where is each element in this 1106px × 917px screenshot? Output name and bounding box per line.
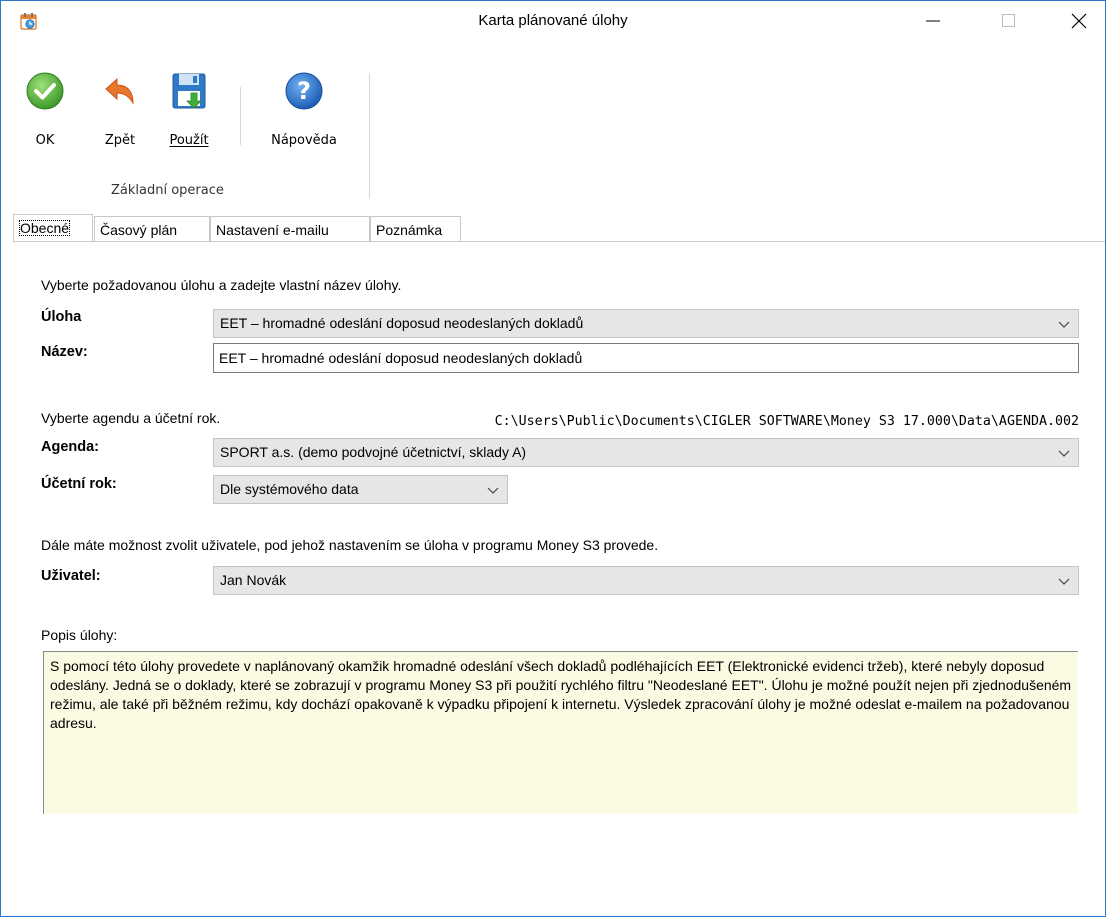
help-label: Nápověda: [271, 133, 337, 148]
tab-schedule-label: Časový plán: [100, 222, 178, 238]
agenda-hint: Vyberte agendu a účetní rok.: [41, 410, 221, 426]
ok-button[interactable]: OK: [25, 71, 65, 148]
help-question-icon: ?: [284, 71, 324, 111]
chevron-down-icon: [1058, 450, 1070, 457]
title-bar: Karta plánované úlohy: [1, 1, 1105, 41]
minimize-button[interactable]: [910, 1, 956, 41]
task-select[interactable]: EET – hromadné odeslání doposud neodesla…: [213, 309, 1079, 338]
ribbon-toolbar: OK Zpět Použít ? Nápověda Základní opera…: [1, 61, 1105, 207]
maximize-icon: [1002, 14, 1015, 27]
user-select-value: Jan Novák: [220, 572, 287, 588]
save-floppy-icon: [169, 71, 209, 111]
help-button[interactable]: ? Nápověda: [254, 71, 354, 148]
back-button[interactable]: Zpět: [95, 71, 145, 148]
back-arrow-icon: [100, 71, 140, 111]
ribbon-group-label: Základní operace: [111, 183, 224, 198]
task-hint: Vyberte požadovanou úlohu a zadejte vlas…: [41, 277, 402, 293]
tab-general-label: Obecné: [19, 220, 71, 236]
tab-schedule[interactable]: Časový plán: [94, 216, 210, 242]
maximize-button[interactable]: [986, 1, 1032, 41]
user-hint: Dále máte možnost zvolit uživatele, pod …: [41, 537, 659, 553]
agenda-select[interactable]: SPORT a.s. (demo podvojné účetnictví, sk…: [213, 438, 1079, 467]
minimize-icon: [926, 20, 940, 22]
back-label: Zpět: [104, 133, 136, 148]
ok-check-icon: [25, 71, 65, 111]
user-label: Uživatel:: [41, 568, 101, 584]
agenda-label: Agenda:: [41, 439, 99, 455]
task-label: Úloha: [41, 309, 82, 325]
apply-button[interactable]: Použít: [164, 71, 214, 148]
tab-note[interactable]: Poznámka: [370, 216, 461, 242]
year-select-value: Dle systémového data: [220, 481, 359, 497]
task-select-value: EET – hromadné odeslání doposud neodesla…: [220, 315, 584, 331]
close-icon: [1071, 13, 1087, 29]
svg-text:?: ?: [297, 77, 311, 105]
name-label: Název:: [41, 344, 88, 360]
chevron-down-icon: [487, 487, 499, 494]
tab-divider: [13, 241, 1105, 242]
description-text: S pomocí této úlohy provedete v naplánov…: [43, 651, 1078, 814]
ribbon-group-end: [369, 73, 370, 199]
ok-label: OK: [35, 133, 55, 148]
year-select[interactable]: Dle systémového data: [213, 475, 508, 504]
tab-email-settings[interactable]: Nastavení e-mailu: [210, 216, 370, 242]
description-label: Popis úlohy:: [41, 627, 118, 643]
close-button[interactable]: [1056, 1, 1102, 41]
agenda-path: C:\Users\Public\Documents\CIGLER SOFTWAR…: [494, 414, 1079, 429]
tab-note-label: Poznámka: [376, 222, 443, 238]
tab-general[interactable]: Obecné: [13, 214, 93, 242]
chevron-down-icon: [1058, 578, 1070, 585]
apply-label: Použít: [169, 133, 209, 148]
year-label: Účetní rok:: [41, 476, 117, 492]
user-select[interactable]: Jan Novák: [213, 566, 1079, 595]
name-field[interactable]: EET – hromadné odeslání doposud neodesla…: [213, 343, 1079, 373]
agenda-select-value: SPORT a.s. (demo podvojné účetnictví, sk…: [220, 444, 527, 460]
tab-email-settings-label: Nastavení e-mailu: [216, 222, 329, 238]
chevron-down-icon: [1058, 321, 1070, 328]
task-card-window: Karta plánované úlohy OK Zpět Použít ? N…: [0, 0, 1106, 917]
ribbon-separator: [240, 87, 241, 145]
